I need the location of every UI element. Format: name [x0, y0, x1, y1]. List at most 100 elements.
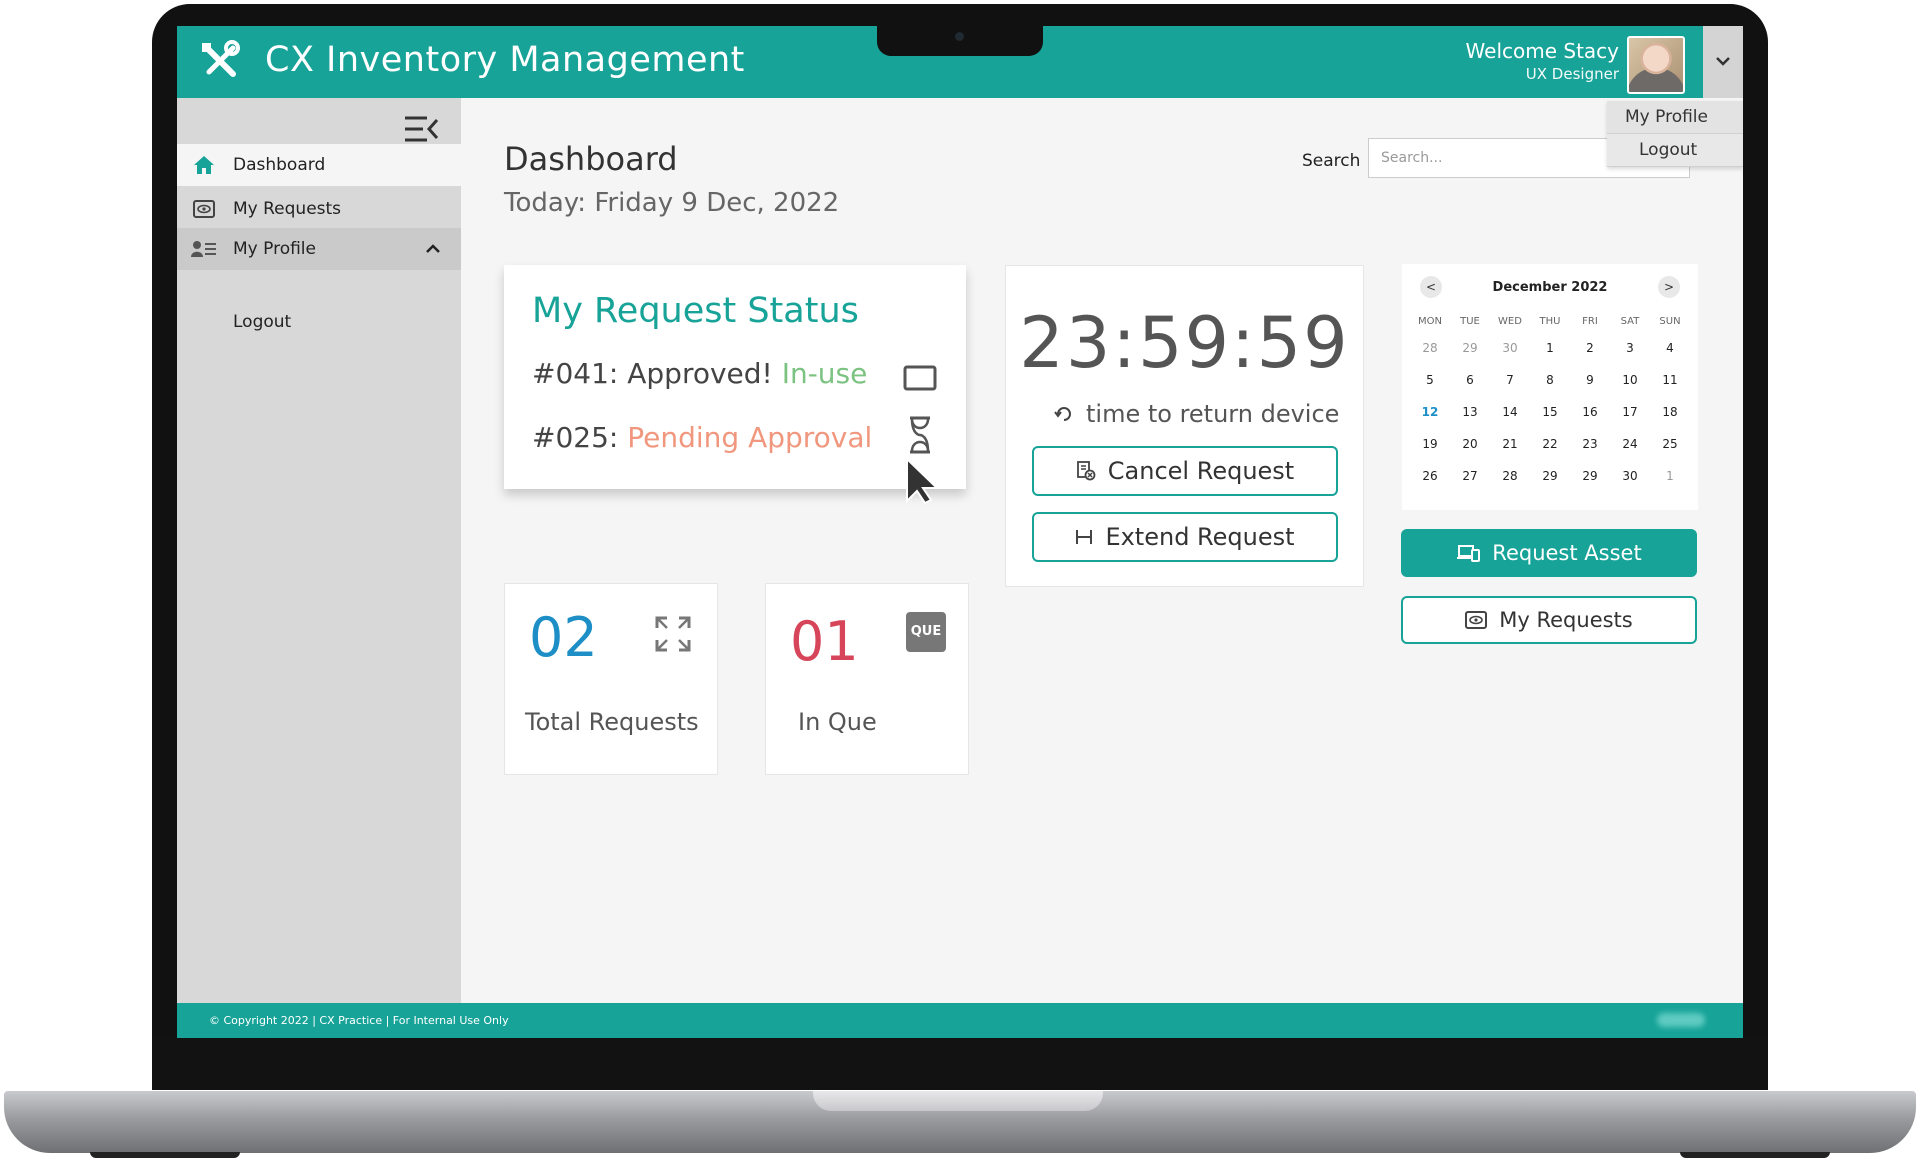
- calendar-day[interactable]: 7: [1490, 373, 1530, 391]
- footer: © Copyright 2022 | CX Practice | For Int…: [177, 1003, 1743, 1038]
- weekday-label: SUN: [1659, 316, 1681, 327]
- calendar-next-button[interactable]: >: [1658, 276, 1680, 298]
- calendar-day[interactable]: 13: [1450, 405, 1490, 423]
- total-requests-card[interactable]: 02 Total Requests: [504, 583, 718, 775]
- calendar-day[interactable]: 25: [1650, 437, 1690, 455]
- que-badge-icon: QUE: [906, 612, 946, 652]
- today-date: Today: Friday 9 Dec, 2022: [504, 188, 840, 218]
- calendar-day[interactable]: 30: [1490, 341, 1530, 359]
- cancel-request-button[interactable]: Cancel Request: [1032, 446, 1338, 496]
- user-role: UX Designer: [1525, 65, 1619, 83]
- user-menu-toggle[interactable]: [1703, 26, 1743, 98]
- app-title: CX Inventory Management: [265, 40, 745, 80]
- calendar-day[interactable]: 11: [1650, 373, 1690, 391]
- avatar[interactable]: [1627, 36, 1685, 94]
- calendar-day[interactable]: 2: [1570, 341, 1610, 359]
- search-label: Search: [1302, 151, 1361, 171]
- mouse-cursor-icon: [906, 457, 939, 505]
- calendar-month: December 2022: [1492, 280, 1608, 295]
- calendar-day[interactable]: 5: [1410, 373, 1450, 391]
- countdown-timer: 23:59:59: [1019, 302, 1350, 384]
- in-queue-label: In Que: [798, 708, 877, 736]
- dropdown-item-logout[interactable]: Logout: [1607, 134, 1743, 167]
- total-requests-count: 02: [529, 606, 598, 669]
- calendar-day-today[interactable]: 12: [1410, 405, 1450, 423]
- calendar-day[interactable]: 16: [1570, 405, 1610, 423]
- calendar-day[interactable]: 8: [1530, 373, 1570, 391]
- profile-list-icon: [191, 241, 216, 257]
- calendar-day[interactable]: 1: [1650, 469, 1690, 487]
- tools-icon: [202, 40, 240, 77]
- user-welcome[interactable]: Welcome Stacy UX Designer: [1466, 39, 1619, 83]
- calendar-day[interactable]: 17: [1610, 405, 1650, 423]
- calendar-day[interactable]: 18: [1650, 405, 1690, 423]
- request-row-025[interactable]: #025: Pending Approval: [532, 421, 872, 454]
- devices-icon: [1457, 545, 1481, 562]
- calendar-day[interactable]: 19: [1410, 437, 1450, 455]
- laptop-bezel-bottom: [152, 1038, 1768, 1090]
- calendar-day[interactable]: 20: [1450, 437, 1490, 455]
- camera-icon: [955, 32, 964, 41]
- calendar: < December 2022 > MON TUE WED THU FRI SA…: [1402, 264, 1698, 510]
- calendar-day[interactable]: 9: [1570, 373, 1610, 391]
- request-id: #041:: [532, 357, 619, 390]
- weekday-label: WED: [1498, 316, 1522, 327]
- calendar-day[interactable]: 15: [1530, 405, 1570, 423]
- chevron-up-icon[interactable]: [425, 244, 441, 254]
- calendar-day[interactable]: 29: [1450, 341, 1490, 359]
- calendar-day[interactable]: 29: [1570, 469, 1610, 487]
- request-asset-button[interactable]: Request Asset: [1401, 529, 1697, 577]
- weekday-label: SAT: [1620, 316, 1640, 327]
- expand-icon: [655, 616, 691, 652]
- home-icon: [194, 156, 214, 174]
- tablet-icon: [903, 365, 937, 391]
- request-status-title: My Request Status: [532, 291, 859, 331]
- calendar-day[interactable]: 1: [1530, 341, 1570, 359]
- calendar-day[interactable]: 14: [1490, 405, 1530, 423]
- calendar-day[interactable]: 4: [1650, 341, 1690, 359]
- calendar-day[interactable]: 6: [1450, 373, 1490, 391]
- sidebar-item-label: My Requests: [233, 199, 342, 219]
- calendar-day[interactable]: 30: [1610, 469, 1650, 487]
- laptop-foot-left: [90, 1152, 240, 1158]
- welcome-text: Welcome Stacy: [1465, 39, 1619, 63]
- timer-note-text: time to return device: [1086, 400, 1340, 428]
- sidebar-item-dashboard[interactable]: Dashboard: [177, 144, 461, 186]
- page-title: Dashboard: [504, 140, 678, 178]
- weekday-label: TUE: [1460, 316, 1480, 327]
- calendar-day[interactable]: 28: [1490, 469, 1530, 487]
- extend-request-button[interactable]: Extend Request: [1032, 512, 1338, 562]
- laptop-foot-right: [1680, 1152, 1830, 1158]
- sidebar-subitem-logout[interactable]: Logout: [233, 312, 291, 332]
- calendar-day[interactable]: 22: [1530, 437, 1570, 455]
- in-queue-card[interactable]: 01 QUE In Que: [765, 583, 969, 775]
- eye-card-icon: [1465, 611, 1488, 629]
- sidebar-item-my-profile[interactable]: My Profile: [177, 228, 461, 270]
- calendar-day[interactable]: 10: [1610, 373, 1650, 391]
- request-status-card: My Request Status #041: Approved! In-use…: [504, 265, 966, 489]
- calendar-day[interactable]: 21: [1490, 437, 1530, 455]
- calendar-day[interactable]: 3: [1610, 341, 1650, 359]
- calendar-grid: MON TUE WED THU FRI SAT SUN 28 29 30 1 2…: [1410, 316, 1690, 487]
- cancel-request-label: Cancel Request: [1107, 457, 1295, 485]
- request-row-041[interactable]: #041: Approved! In-use: [532, 357, 867, 390]
- dropdown-item-my-profile[interactable]: My Profile: [1607, 101, 1743, 134]
- calendar-day[interactable]: 23: [1570, 437, 1610, 455]
- collapse-menu-icon[interactable]: [403, 114, 439, 144]
- cancel-doc-icon: [1076, 461, 1096, 481]
- in-queue-count: 01: [790, 610, 859, 673]
- laptop-lid-slot: [813, 1091, 1103, 1111]
- my-requests-button[interactable]: My Requests: [1401, 596, 1697, 644]
- copyright-text: © Copyright 2022 | CX Practice | For Int…: [209, 1014, 509, 1027]
- calendar-day[interactable]: 28: [1410, 341, 1450, 359]
- weekday-label: MON: [1418, 316, 1442, 327]
- calendar-day[interactable]: 29: [1530, 469, 1570, 487]
- chevron-down-icon: [1716, 57, 1730, 66]
- extend-request-label: Extend Request: [1105, 523, 1295, 551]
- sidebar-item-my-requests[interactable]: My Requests: [177, 188, 461, 230]
- calendar-day[interactable]: 27: [1450, 469, 1490, 487]
- camera-notch: [877, 24, 1043, 56]
- return-timer-card: 23:59:59 time to return device Cancel Re…: [1005, 265, 1364, 587]
- calendar-day[interactable]: 24: [1610, 437, 1650, 455]
- calendar-day[interactable]: 26: [1410, 469, 1450, 487]
